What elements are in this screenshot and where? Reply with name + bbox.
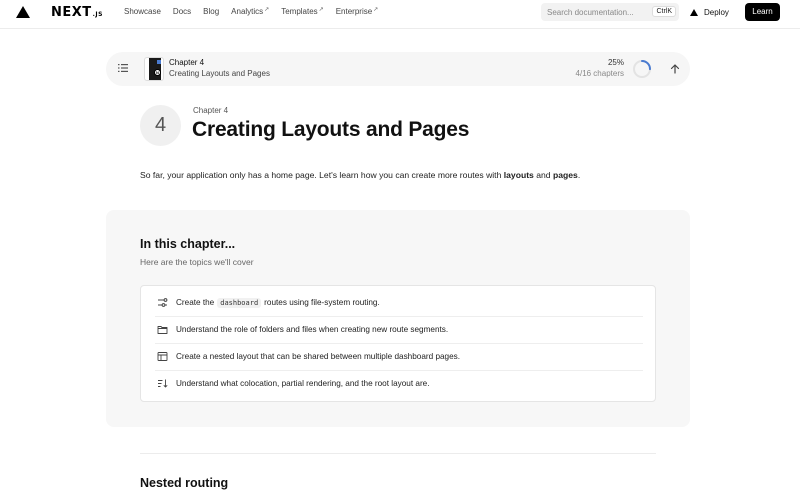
list-item: Understand what colocation, partial rend… [141,370,655,397]
nav-links: Showcase Docs Blog Analytics↗ Templates↗… [124,7,390,16]
vercel-logo-icon[interactable] [16,6,30,18]
nav-link-templates[interactable]: Templates↗ [281,7,324,16]
nav-link-docs[interactable]: Docs [173,7,191,16]
route-icon [158,298,168,307]
learn-button[interactable]: Learn [745,3,780,21]
chapter-progress-bar: N Chapter 4 Creating Layouts and Pages 2… [106,52,690,86]
top-nav: NEXT.JS Showcase Docs Blog Analytics↗ Te… [0,0,800,26]
topics-list: Create the dashboard routes using file-sys… [140,285,656,402]
progress-chapter-count: 4/16 chapters [575,69,624,78]
nav-divider [0,28,800,29]
code-snippet: dashboard [217,297,262,308]
search-shortcut-badge: CtrlK [652,6,676,17]
sort-icon [158,379,168,388]
list-item: Understand the role of folders and files… [141,316,655,343]
external-link-icon: ↗ [318,7,324,13]
list-item: Create the dashboard routes using file-sys… [141,289,655,316]
nextjs-logo[interactable]: NEXT.JS [51,5,103,20]
deploy-button[interactable]: Deploy [690,4,729,21]
chapter-label: Chapter 4 [193,106,229,115]
section-heading: Nested routing [140,476,229,490]
card-heading: In this chapter... [140,237,236,251]
external-link-icon: ↗ [373,7,379,13]
nav-link-analytics[interactable]: Analytics↗ [231,7,269,16]
nav-link-showcase[interactable]: Showcase [124,7,161,16]
vercel-triangle-icon [690,9,698,16]
chapter-list-icon[interactable] [118,63,128,73]
external-link-icon: ↗ [264,7,270,13]
card-subheading: Here are the topics we'll cover [140,257,254,267]
progress-percent: 25% [607,58,624,67]
scroll-to-top-icon[interactable] [669,63,681,75]
progress-chapter-label: Chapter 4 [169,58,205,67]
progress-ring [633,60,651,78]
nav-link-enterprise[interactable]: Enterprise↗ [336,7,379,16]
page-title: Creating Layouts and Pages [192,118,470,141]
progress-chapter-title: Creating Layouts and Pages [169,69,270,78]
layout-icon [157,352,168,361]
chapter-topics-card: In this chapter... Here are the topics w… [106,210,690,427]
intro-paragraph: So far, your application only has a home… [140,170,581,180]
chapter-thumbnail: N [144,57,164,81]
section-divider [140,453,656,454]
folder-icon [157,326,168,334]
nav-link-blog[interactable]: Blog [203,7,219,16]
chapter-number-badge: 4 [140,105,181,146]
list-item: Create a nested layout that can be share… [141,343,655,370]
search-input[interactable]: Search documentation... CtrlK [541,3,679,21]
